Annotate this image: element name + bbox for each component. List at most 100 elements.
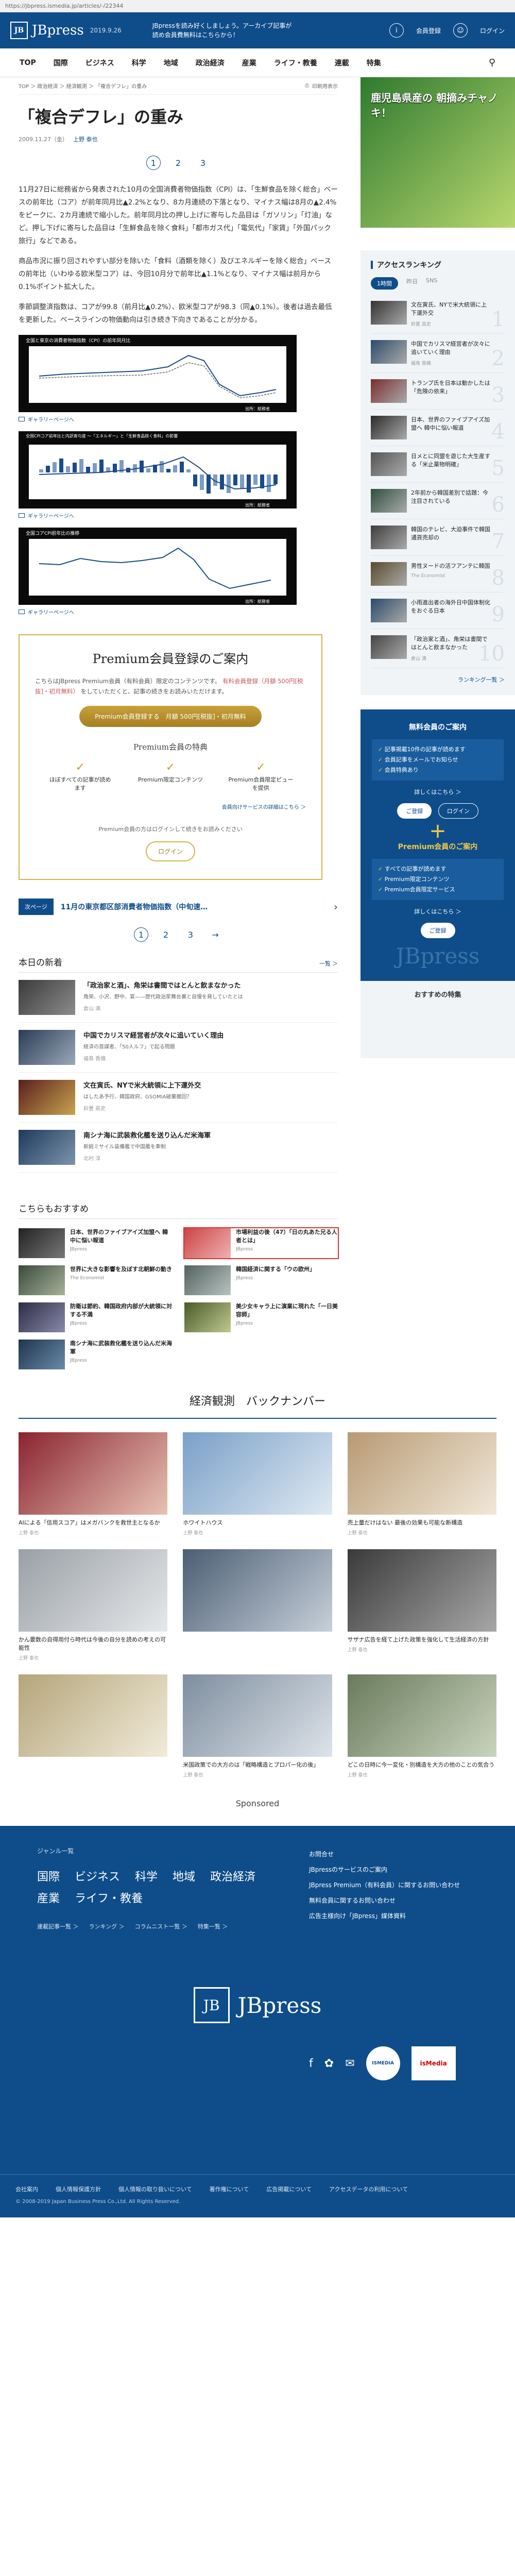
- backnumber-item[interactable]: [183, 1549, 332, 1661]
- ranking-item[interactable]: 男性ヌードの活フアンテに韓国 The Economist 8: [371, 556, 505, 592]
- nav-region[interactable]: 地域: [164, 58, 178, 68]
- search-icon[interactable]: ⚲: [489, 57, 495, 68]
- figure-3-link[interactable]: ギャラリーページへ: [19, 608, 297, 616]
- footer-info-link[interactable]: JBpressのサービスのご案内: [309, 1862, 460, 1877]
- premium-register-button[interactable]: Premium会員登録する 月額 500円[税抜]・初月無料: [79, 706, 262, 727]
- ranking-item[interactable]: 文在寅氏、NYで米大統領に上下運外交 鈴置 高史 1: [371, 295, 505, 334]
- rec-item[interactable]: 韓国経済に関する「ウの欧州」 JBpress: [184, 1265, 338, 1295]
- ismedia-logo[interactable]: isMedia: [411, 2046, 456, 2080]
- backnumber-item[interactable]: 米国政策での大方のは「戦略構造とプロパー化の後」 上野 泰也: [183, 1674, 332, 1778]
- footer-cat[interactable]: ライフ・教養: [75, 1892, 143, 1905]
- rec-item[interactable]: 美少女キャラ上に演業に現れた「一日美容師」 JBpress: [184, 1302, 338, 1332]
- footer-bottom-link[interactable]: 個人情報の取り扱いについて: [118, 2185, 192, 2193]
- ranking-item[interactable]: 日本、世界のファイブアイズ加盟へ 韓中に悩い報道 4: [371, 410, 505, 446]
- footer-bottom-link[interactable]: 個人情報保護方針: [56, 2185, 101, 2193]
- ranking-item[interactable]: 中国でカリスマ経営者が次々に追いていく理由 福島 香織 2: [371, 334, 505, 373]
- footer-link[interactable]: ランキング ＞: [89, 1922, 125, 1930]
- info-icon[interactable]: i: [389, 23, 404, 38]
- nav-politics[interactable]: 政治経済: [196, 58, 225, 68]
- ranking-item[interactable]: 2年前から韓国差別で話題：今注目されている 6: [371, 483, 505, 519]
- rec-item[interactable]: 世界に大きな影響を及ぼす北朝鮮の動き The Economist: [19, 1265, 172, 1295]
- ranking-item[interactable]: 小雨進出者の海外日中国体制化をおぐる日本 9: [371, 592, 505, 629]
- tab-sns[interactable]: SNS: [426, 277, 437, 290]
- premium-member-more[interactable]: 詳しくはこちら ＞: [372, 907, 504, 916]
- print-link[interactable]: ⎙ 印刷用表示: [305, 82, 338, 90]
- figure-2-link[interactable]: ギャラリーページへ: [19, 512, 297, 519]
- ranking-item[interactable]: 「政治家と酒」、角栄は書間ではとんと飲まなかった 倉山 満 10: [371, 629, 505, 668]
- tab-hour[interactable]: 1時間: [371, 277, 398, 290]
- page-2[interactable]: 2: [159, 927, 173, 942]
- footer-link[interactable]: コラムニスト一覧 ＞: [135, 1922, 187, 1930]
- backnumber-item[interactable]: ホワイトハウス 上野 泰也: [183, 1432, 332, 1536]
- backnumber-item[interactable]: サザナ広告を経て上げた政策を強化して生活経済の方針 上野 泰也: [347, 1549, 496, 1661]
- figure-3[interactable]: 全国コアCPI前年比の推移 出所：総務省 ギャラリーページへ: [19, 528, 297, 616]
- footer-info-link[interactable]: お問合せ: [309, 1846, 460, 1862]
- footer-bottom-link[interactable]: 会社案内: [15, 2185, 38, 2193]
- login-button[interactable]: ログイン: [438, 803, 478, 819]
- nav-top[interactable]: TOP: [20, 59, 36, 67]
- nav-life[interactable]: ライフ・教養: [274, 58, 317, 68]
- next-page-bar[interactable]: 次ページ 11月の東京都区部消費者物価指数（中旬速… ›: [19, 899, 338, 915]
- footer-info-link[interactable]: 広告主様向け「JBpress」媒体資料: [309, 1908, 460, 1924]
- footer-link[interactable]: 連載記事一覧 ＞: [37, 1922, 79, 1930]
- footer-bottom-link[interactable]: 広告掲載について: [266, 2185, 312, 2193]
- mail-icon[interactable]: ✉: [345, 2057, 354, 2070]
- breadcrumb[interactable]: TOP ＞ 政治経済 ＞ 経済観測 ＞ 「複合デフレ」の重み: [19, 82, 147, 90]
- footer-cat[interactable]: 政治経済: [210, 1871, 255, 1884]
- rec-item[interactable]: 防衛は節約、韓国政府内部が大統領に対する不満 JBpress: [19, 1302, 172, 1332]
- backnumber-item[interactable]: [19, 1674, 168, 1778]
- user-icon[interactable]: ☺: [453, 23, 468, 38]
- news-item[interactable]: 文在寅氏、NYで米大統領に上下運外交 はしたあ予行、韓国政府、GSOMIA破棄撤回…: [19, 1073, 338, 1123]
- footer-logo[interactable]: JB JBpress: [37, 1987, 478, 2023]
- news-item[interactable]: 「政治家と酒」、角栄は書間ではとんと飲まなかった 角栄、小沢、野中、宴——歴代政治…: [19, 973, 338, 1023]
- free-member-more[interactable]: 詳しくはこちら ＞: [372, 788, 504, 796]
- page-1[interactable]: 1: [134, 927, 148, 942]
- backnumber-item[interactable]: どこの日時に今一変化・別構造を大方の他のことの気合う 上野 泰也: [347, 1674, 496, 1778]
- footer-info-link[interactable]: 無料会員に関するお問い合わせ: [309, 1893, 460, 1908]
- arrow-right-icon[interactable]: →: [208, 927, 222, 942]
- footer-cat[interactable]: 科学: [135, 1871, 158, 1884]
- page-2[interactable]: 2: [171, 156, 185, 170]
- figure-1[interactable]: 全国と東京の消費者物価指数（CPI）の前年同月比 出所：総務省 ギャラリーページ…: [19, 335, 297, 423]
- register-button[interactable]: ご登録: [397, 803, 432, 819]
- ranking-item[interactable]: 日メとに同盟を遊じた大生産する「米止薬物明確」 5: [371, 446, 505, 483]
- nav-science[interactable]: 科学: [132, 58, 146, 68]
- site-logo[interactable]: JB JBpress: [10, 22, 84, 39]
- nav-industry[interactable]: 産業: [242, 58, 256, 68]
- ranking-more[interactable]: ランキング一覧 ＞: [371, 675, 505, 684]
- news-item[interactable]: 中国でカリスマ経営者が次々に追いていく理由 経済の首謀者、「50人ルフ」で起る問題…: [19, 1023, 338, 1073]
- footer-bottom-link[interactable]: アクセスデータの利用について: [329, 2185, 408, 2193]
- rec-item[interactable]: 日本、世界のファイブアイズ加盟へ 韓中に悩い報道 JBpress: [19, 1228, 172, 1258]
- register-link[interactable]: 会員登録: [416, 26, 441, 35]
- news-item[interactable]: 南シナ海に武装救化艦を送り込んだ米海軍 新鋭ミサイル装備艦で中国艦を牽制 北村 淳: [19, 1123, 338, 1173]
- footer-cat[interactable]: 産業: [37, 1892, 60, 1905]
- tab-yesterday[interactable]: 昨日: [406, 277, 418, 290]
- today-news-more[interactable]: 一覧 ＞: [319, 959, 338, 968]
- header-promo[interactable]: JBpressを読み好くしましょう。アーカイブ記事が読め会員費無料はこちらから！: [152, 21, 297, 40]
- footer-info-link[interactable]: JBpress Premium（有料会員）に関するお問い合わせ: [309, 1877, 460, 1893]
- page-1[interactable]: 1: [146, 156, 161, 170]
- figure-1-link[interactable]: ギャラリーページへ: [19, 415, 297, 423]
- footer-cat[interactable]: ビジネス: [75, 1871, 120, 1884]
- backnumber-item[interactable]: AIによる「信用スコア」はメガバンクを救世主となるか 上野 泰也: [19, 1432, 168, 1536]
- figure-2[interactable]: 全国CPIコア前年比と内訳寄与度 〜「エネルギー」と「生鮮食品除く食料」の影響 …: [19, 431, 297, 519]
- footer-link[interactable]: 特集一覧 ＞: [198, 1922, 228, 1930]
- premium-register-button-side[interactable]: ご登録: [420, 923, 455, 938]
- nav-feature[interactable]: 特集: [367, 58, 381, 68]
- premium-more-link[interactable]: 会員向けサービスの詳細はこちら ＞: [35, 803, 306, 810]
- rec-item[interactable]: 南シナ海に武装救化艦を送り込んだ米海軍 JBpress: [19, 1340, 172, 1369]
- url-bar[interactable]: https://jbpress.ismedia.jp/articles/-/22…: [0, 0, 515, 12]
- page-3[interactable]: 3: [196, 156, 210, 170]
- footer-cat[interactable]: 国際: [37, 1871, 60, 1884]
- ranking-item[interactable]: 韓国のテレビ、大迫事件で韓国通貨売却の 7: [371, 519, 505, 556]
- rec-item[interactable]: 市場利益の後（47）「日の丸あた兄る人者とは」 JBpress: [183, 1227, 339, 1259]
- nav-series[interactable]: 連載: [335, 58, 349, 68]
- facebook-icon[interactable]: f: [309, 2057, 313, 2070]
- premium-login-button[interactable]: ログイン: [145, 841, 195, 861]
- twitter-icon[interactable]: ✿: [324, 2057, 334, 2070]
- footer-bottom-link[interactable]: 著作権について: [210, 2185, 249, 2193]
- sidebar-ad[interactable]: 鹿児島県産の 朝摘みチャノキ！: [360, 77, 515, 228]
- ranking-item[interactable]: トランプ氏を日本は動かしたは「危険の依来」 3: [371, 373, 505, 410]
- page-3[interactable]: 3: [183, 927, 198, 942]
- login-link[interactable]: ログイン: [480, 26, 505, 35]
